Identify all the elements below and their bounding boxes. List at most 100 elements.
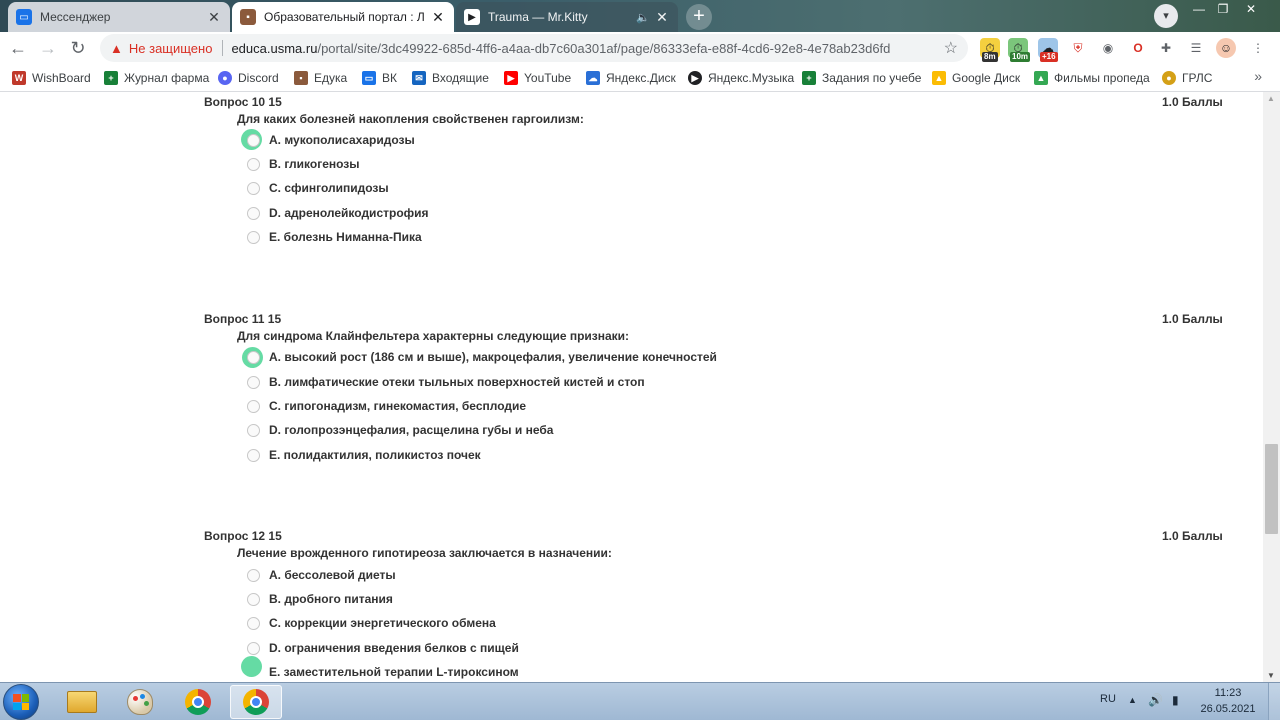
back-arrow-icon[interactable]: ←	[6, 36, 30, 60]
menu-dots-icon[interactable]: ⋮	[1248, 38, 1268, 58]
extension-timer-icon[interactable]: ⏱ 8m	[980, 38, 1000, 62]
windows-logo-icon	[13, 694, 29, 710]
bookmarks-more-icon[interactable]: »	[1254, 68, 1262, 84]
close-icon[interactable]: ✕	[430, 9, 446, 26]
answer-option[interactable]: E. полидактилия, поликистоз почек	[247, 446, 481, 464]
answer-option[interactable]: D. адренолейкодистрофия	[247, 204, 429, 222]
extension-timer2-icon[interactable]: ⏱ 10m	[1008, 38, 1031, 62]
radio-button[interactable]	[247, 181, 260, 195]
mute-icon[interactable]: 🔈	[636, 11, 650, 24]
question-header: Вопрос 10 15	[204, 95, 282, 109]
extension-opera-icon[interactable]: O	[1128, 38, 1148, 58]
extensions-puzzle-icon[interactable]: ✚	[1156, 38, 1176, 58]
radio-button[interactable]	[247, 350, 260, 364]
network-icon[interactable]: ▮	[1172, 693, 1179, 707]
bookmark-star-icon[interactable]: ☆	[944, 38, 958, 58]
radio-button[interactable]	[247, 375, 260, 389]
answer-option[interactable]: C. гипогонадизм, гинекомастия, бесплодие	[247, 397, 526, 415]
reload-icon[interactable]: ↻	[66, 36, 90, 60]
radio-button[interactable]	[247, 399, 260, 413]
taskbar-chrome[interactable]	[172, 685, 224, 719]
radio-button[interactable]	[247, 133, 260, 147]
radio-button[interactable]	[247, 157, 260, 171]
tab-music[interactable]: ▶ Trauma — Mr.Kitty 🔈 ✕	[456, 2, 678, 32]
start-button[interactable]	[3, 684, 39, 720]
answer-option[interactable]: C. сфинголипидозы	[247, 179, 389, 197]
discord-icon: ●	[218, 71, 232, 85]
radio-button[interactable]	[247, 641, 260, 655]
radio-button[interactable]	[247, 568, 260, 582]
volume-icon[interactable]: 🔊	[1148, 693, 1163, 707]
bookmark-label: Фильмы пропеда	[1054, 71, 1150, 85]
answer-option[interactable]: D. ограничения введения белков с пищей	[247, 639, 519, 657]
option-label: C. сфинголипидозы	[269, 181, 389, 195]
forward-arrow-icon[interactable]: →	[36, 36, 60, 60]
profile-avatar[interactable]: ☺	[1216, 38, 1236, 58]
bookmark-wishboard[interactable]: W WishBoard	[12, 69, 91, 87]
show-desktop-button[interactable]	[1268, 683, 1280, 720]
tray-expand-icon[interactable]: ▲	[1128, 695, 1137, 705]
radio-button[interactable]	[247, 616, 260, 630]
answer-option[interactable]: A. бессолевой диеты	[247, 566, 396, 584]
radio-button[interactable]	[247, 592, 260, 606]
tab-portal[interactable]: ▪ Образовательный портал : Л Н ✕	[232, 2, 454, 32]
close-window-button[interactable]: ✕	[1238, 0, 1264, 20]
bookmark-study-tasks[interactable]: + Задания по учебе	[802, 69, 921, 87]
bookmark-google-drive[interactable]: ▲ Google Диск	[932, 69, 1020, 87]
answer-option[interactable]: B. лимфатические отеки тыльных поверхнос…	[247, 373, 645, 391]
tab-messenger[interactable]: ▭ Мессенджер ✕	[8, 2, 230, 32]
not-secure-label[interactable]: Не защищено	[129, 41, 213, 56]
bookmark-journal[interactable]: + Журнал фарма	[104, 69, 209, 87]
scroll-up-arrow-icon[interactable]: ▲	[1267, 94, 1275, 103]
extension-weather-icon[interactable]: ☁ +16	[1038, 38, 1058, 62]
answer-option[interactable]: E. заместительной терапии L-тироксином	[247, 663, 519, 681]
url-text[interactable]: educa.usma.ru/portal/site/3dc49922-685d-…	[231, 41, 890, 56]
scroll-down-arrow-icon[interactable]: ▼	[1267, 671, 1275, 680]
bookmark-grls[interactable]: ● ГРЛС	[1162, 69, 1212, 87]
extension-ghost-icon[interactable]: ◉	[1098, 38, 1118, 58]
bookmark-educa[interactable]: ▪ Едука	[294, 69, 347, 87]
url-path: /portal/site/3dc49922-685d-4ff6-a4aa-db7…	[317, 40, 891, 56]
restore-button[interactable]: ❐	[1210, 0, 1236, 20]
answer-option[interactable]: A. мукополисахаридозы	[247, 131, 415, 149]
radio-button[interactable]	[247, 423, 260, 437]
clock-date[interactable]: 26.05.2021	[1198, 703, 1258, 715]
option-label: D. адренолейкодистрофия	[269, 206, 429, 220]
answer-option[interactable]: E. болезнь Нимaнна-Пика	[247, 228, 422, 246]
answer-option[interactable]: D. голопрозэнцефалия, расщелина губы и н…	[247, 421, 553, 439]
extension-shield-icon[interactable]: ⛨	[1068, 38, 1088, 58]
bookmark-yandex-music[interactable]: ▶ Яндекс.Музыка	[688, 69, 794, 87]
taskbar-chrome-active[interactable]	[230, 685, 282, 719]
page-scrollbar[interactable]: ▲ ▼	[1263, 92, 1280, 682]
answer-option[interactable]: B. гликогенозы	[247, 155, 360, 173]
bookmark-films[interactable]: ▲ Фильмы пропеда	[1034, 69, 1150, 87]
language-indicator[interactable]: RU	[1100, 693, 1116, 705]
clock-time[interactable]: 11:23	[1200, 687, 1256, 699]
radio-button[interactable]	[247, 230, 260, 244]
tab-title: Trauma — Mr.Kitty	[488, 10, 588, 24]
scrollbar-thumb[interactable]	[1265, 444, 1278, 534]
radio-button[interactable]	[247, 206, 260, 220]
answer-option[interactable]: C. коррекции энергетического обмена	[247, 614, 496, 632]
minimize-button[interactable]: —	[1186, 0, 1212, 20]
taskbar-paint[interactable]	[114, 685, 166, 719]
bookmarks-bar: W WishBoard + Журнал фарма ● Discord ▪ Едука…	[0, 64, 1280, 92]
close-icon[interactable]: ✕	[654, 9, 670, 26]
close-icon[interactable]: ✕	[206, 9, 222, 26]
answer-option[interactable]: A. высокий рост (186 см и выше), макроце…	[247, 348, 717, 366]
reading-list-icon[interactable]: ☰	[1186, 38, 1206, 58]
new-tab-button[interactable]: +	[686, 4, 712, 30]
question-header: Вопрос 12 15	[204, 529, 282, 543]
answer-option[interactable]: B. дробного питания	[247, 590, 393, 608]
taskbar-explorer[interactable]	[56, 685, 108, 719]
bookmark-discord[interactable]: ● Discord	[218, 69, 279, 87]
bookmark-youtube[interactable]: ▶ YouTube	[504, 69, 571, 87]
bookmark-label: Едука	[314, 71, 348, 85]
google-drive-icon: ▲	[1034, 71, 1048, 85]
bookmark-vk[interactable]: ▭ ВК	[362, 69, 397, 87]
tab-search-icon[interactable]: ▾	[1154, 4, 1178, 28]
radio-button[interactable]	[247, 448, 260, 462]
bookmark-yandex-disk[interactable]: ☁ Яндекс.Диск	[586, 69, 676, 87]
bookmark-inbox[interactable]: ✉ Входящие	[412, 69, 489, 87]
address-bar[interactable]: ▲ Не защищено educa.usma.ru/portal/site/…	[100, 34, 968, 62]
